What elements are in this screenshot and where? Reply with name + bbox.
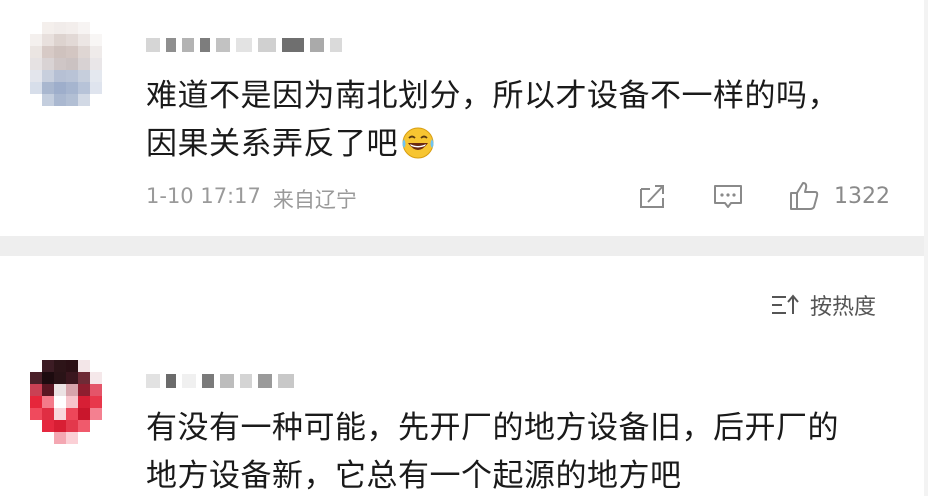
avatar[interactable] — [30, 22, 102, 106]
comment-time: 1-10 17:17 — [146, 184, 261, 208]
sort-label: 按热度 — [810, 295, 877, 320]
comment-text-line: 难道不是因为南北划分，所以才设备不一样的吗， — [146, 78, 839, 114]
like-count: 1322 — [834, 184, 890, 209]
section-divider — [0, 236, 928, 256]
comment-text-line: 有没有一种可能，先开厂的地方设备旧，后开厂的 — [146, 410, 839, 446]
comment-text-segment: 因果关系弄反了吧 — [146, 126, 398, 162]
username-blurred[interactable] — [146, 370, 294, 392]
comment-actions: 1322 — [636, 180, 896, 216]
comment-text-line: 因果关系弄反了吧 — [146, 120, 886, 168]
comment-item: 难道不是因为南北划分，所以才设备不一样的吗， 因果关系弄反了吧 1-10 17:… — [0, 0, 928, 234]
comment-icon[interactable] — [712, 180, 744, 212]
sort-toggle[interactable]: 按热度 — [770, 290, 876, 320]
comment-text: 有没有一种可能，先开厂的地方设备旧，后开厂的 地方设备新，它总有一个起源的地方吧 — [146, 404, 886, 496]
like-icon[interactable] — [788, 180, 820, 212]
laughing-tears-emoji — [402, 127, 434, 159]
comment-page: 难道不是因为南北划分，所以才设备不一样的吗， 因果关系弄反了吧 1-10 17:… — [0, 0, 928, 496]
comment-location: 来自辽宁 — [272, 188, 357, 212]
sort-icon — [772, 294, 799, 314]
comment-meta: 1-10 17:17 来自辽宁 — [146, 184, 357, 214]
scrollbar[interactable] — [924, 0, 928, 496]
share-icon[interactable] — [636, 180, 668, 212]
comment-text-line: 地方设备新，它总有一个起源的地方吧 — [146, 458, 682, 494]
username-blurred[interactable] — [146, 34, 342, 56]
avatar[interactable] — [30, 360, 102, 444]
comment-text: 难道不是因为南北划分，所以才设备不一样的吗， 因果关系弄反了吧 — [146, 72, 886, 168]
